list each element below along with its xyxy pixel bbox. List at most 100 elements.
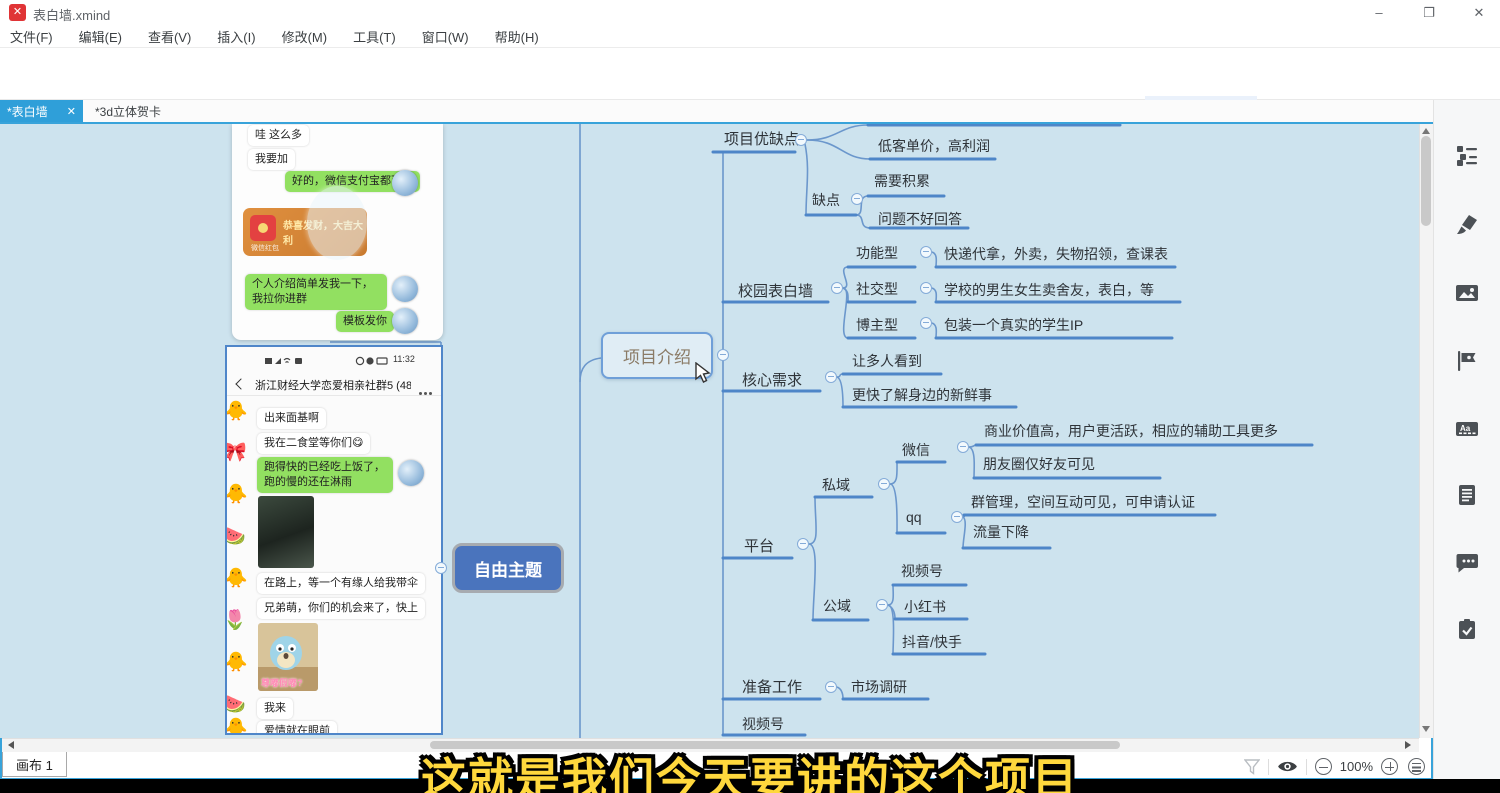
meme-image[interactable]: 尊嘟假嘟? [258, 623, 318, 691]
back-chevron-icon[interactable] [235, 378, 246, 389]
avatar [398, 460, 424, 486]
chat-bubble: 出来面基啊 [257, 408, 326, 429]
collapse-badge[interactable] [717, 349, 729, 361]
restore-button[interactable]: ❐ [1412, 2, 1446, 23]
topic[interactable]: 核心需求 [742, 369, 802, 390]
sticker: 🐥 [225, 653, 248, 672]
topic[interactable]: 流量下降 [973, 522, 1029, 542]
topic[interactable]: 商业价值高，用户更活跃，相应的辅助工具更多 [984, 421, 1278, 441]
topic[interactable]: 群管理，空间互动可见，可申请认证 [971, 492, 1195, 512]
menu-tools[interactable]: 工具(T) [353, 27, 396, 46]
menu-window[interactable]: 窗口(W) [422, 27, 469, 46]
scroll-right-icon[interactable] [1405, 741, 1411, 749]
collapse-badge[interactable] [795, 134, 807, 146]
title-bar: ✕ 表白墙.xmind – ❐ ✕ [0, 0, 1500, 25]
marker-button[interactable] [1456, 350, 1478, 372]
menu-edit[interactable]: 编辑(E) [79, 27, 122, 46]
topic[interactable]: 视频号 [742, 714, 784, 734]
toolbar: 00:00:33 [0, 48, 1500, 100]
scroll-left-icon[interactable] [8, 741, 14, 749]
collapse-badge[interactable] [951, 511, 963, 523]
topic[interactable]: 包装一个真实的学生IP [944, 315, 1083, 335]
meme-caption: 尊嘟假嘟? [261, 676, 303, 689]
topic[interactable]: 博主型 [856, 315, 898, 335]
menu-view[interactable]: 查看(V) [148, 27, 191, 46]
chat-bubble: 我要加 [248, 149, 295, 170]
topic[interactable]: 私域 [822, 475, 850, 495]
topic[interactable]: 社交型 [856, 279, 898, 299]
photo-message[interactable] [258, 496, 314, 568]
topic[interactable]: 视频号 [901, 561, 943, 581]
menu-help[interactable]: 帮助(H) [495, 27, 539, 46]
menu-insert[interactable]: 插入(I) [217, 27, 255, 46]
phone-status-icons-right [355, 356, 389, 366]
topic[interactable]: 公域 [823, 596, 851, 616]
topic[interactable]: 朋友圈仅好友可见 [983, 454, 1095, 474]
collapse-badge[interactable] [876, 599, 888, 611]
notes-button[interactable] [1456, 484, 1478, 506]
more-options-icon[interactable] [417, 382, 432, 400]
collapse-badge[interactable] [831, 282, 843, 294]
insert-image-button[interactable] [1456, 282, 1478, 304]
topic[interactable]: 更快了解身边的新鲜事 [852, 385, 992, 405]
sticker: 🐥 [225, 485, 248, 504]
scroll-up-icon[interactable] [1422, 128, 1430, 134]
scroll-down-icon[interactable] [1422, 726, 1430, 732]
collapse-badge[interactable] [920, 282, 932, 294]
collapse-badge[interactable] [878, 478, 890, 490]
sticker: 🍉 [225, 695, 246, 714]
menu-modify[interactable]: 修改(M) [282, 27, 328, 46]
clipboard-check-icon [1456, 618, 1478, 640]
collapse-badge[interactable] [851, 193, 863, 205]
topic[interactable]: 让多人看到 [852, 351, 922, 371]
theme-button[interactable] [1456, 214, 1478, 236]
topic[interactable]: 小红书 [904, 597, 946, 617]
chat-screenshot-2[interactable]: 11:32 浙江财经大学恋爱相亲社群5 (486) 🐥 🎀 🐥 🍉 🐥 🌷 🐥 … [225, 345, 443, 735]
topic[interactable]: 问题不好回答 [878, 209, 962, 229]
topic[interactable]: 市场调研 [851, 677, 907, 697]
horizontal-scroll-thumb[interactable] [430, 741, 1120, 749]
tab-3d-card[interactable]: *3d立体贺卡 [85, 100, 171, 122]
topic-free-topic[interactable]: 自由主题 [452, 543, 564, 593]
mouse-cursor-icon [695, 362, 711, 384]
topic[interactable]: 项目优缺点 [724, 128, 799, 149]
collapse-badge[interactable] [825, 681, 837, 693]
collapse-badge[interactable] [957, 441, 969, 453]
topic[interactable]: 微信 [902, 440, 930, 460]
tab-label: *表白墙 [7, 103, 48, 120]
avatar [392, 308, 418, 334]
topic[interactable]: 功能型 [856, 243, 898, 263]
topic[interactable]: 快递代拿，外卖，失物招领，查课表 [944, 244, 1168, 264]
topic[interactable]: 平台 [744, 535, 774, 556]
comments-button[interactable] [1456, 552, 1478, 574]
collapse-badge[interactable] [797, 538, 809, 550]
collapse-badge[interactable] [435, 562, 447, 574]
topic[interactable]: qq [906, 509, 922, 525]
topic[interactable]: 学校的男生女生卖舍友，表白，等 [944, 280, 1154, 300]
chat-bubble: 爱情就在眼前 [257, 721, 337, 735]
format-panel-button[interactable] [1456, 145, 1478, 167]
mindmap-canvas[interactable]: 哇 这么多 我要加 好的，微信支付宝都可以 恭喜发财，大吉大利 微信红包 个人介… [0, 124, 1419, 738]
chat-bubble: 个人介绍简单发我一下，我拉你进群 [245, 274, 387, 310]
window-title: 表白墙.xmind [33, 5, 110, 24]
topic[interactable]: 准备工作 [742, 676, 802, 697]
topic[interactable]: 抖音/快手 [902, 632, 962, 652]
chat-screenshot-1[interactable]: 哇 这么多 我要加 好的，微信支付宝都可以 恭喜发财，大吉大利 微信红包 个人介… [232, 124, 443, 340]
close-button[interactable]: ✕ [1462, 2, 1496, 23]
topic[interactable]: 校园表白墙 [738, 280, 813, 301]
label-button[interactable]: Aa [1456, 418, 1478, 440]
topic[interactable]: 低客单价，高利润 [878, 136, 990, 156]
tab-biaobaiqiang[interactable]: *表白墙 ✕ [0, 100, 83, 122]
menu-file[interactable]: 文件(F) [10, 27, 53, 46]
format-icon [1456, 145, 1478, 167]
task-button[interactable] [1456, 618, 1478, 640]
collapse-badge[interactable] [920, 246, 932, 258]
minimize-button[interactable]: – [1362, 2, 1396, 23]
vertical-scroll-thumb[interactable] [1421, 136, 1431, 226]
collapse-badge[interactable] [825, 371, 837, 383]
tab-close-icon[interactable]: ✕ [67, 105, 76, 118]
paintbrush-icon [1456, 214, 1478, 236]
topic[interactable]: 需要积累 [874, 171, 930, 191]
topic[interactable]: 缺点 [812, 190, 840, 210]
collapse-badge[interactable] [920, 317, 932, 329]
